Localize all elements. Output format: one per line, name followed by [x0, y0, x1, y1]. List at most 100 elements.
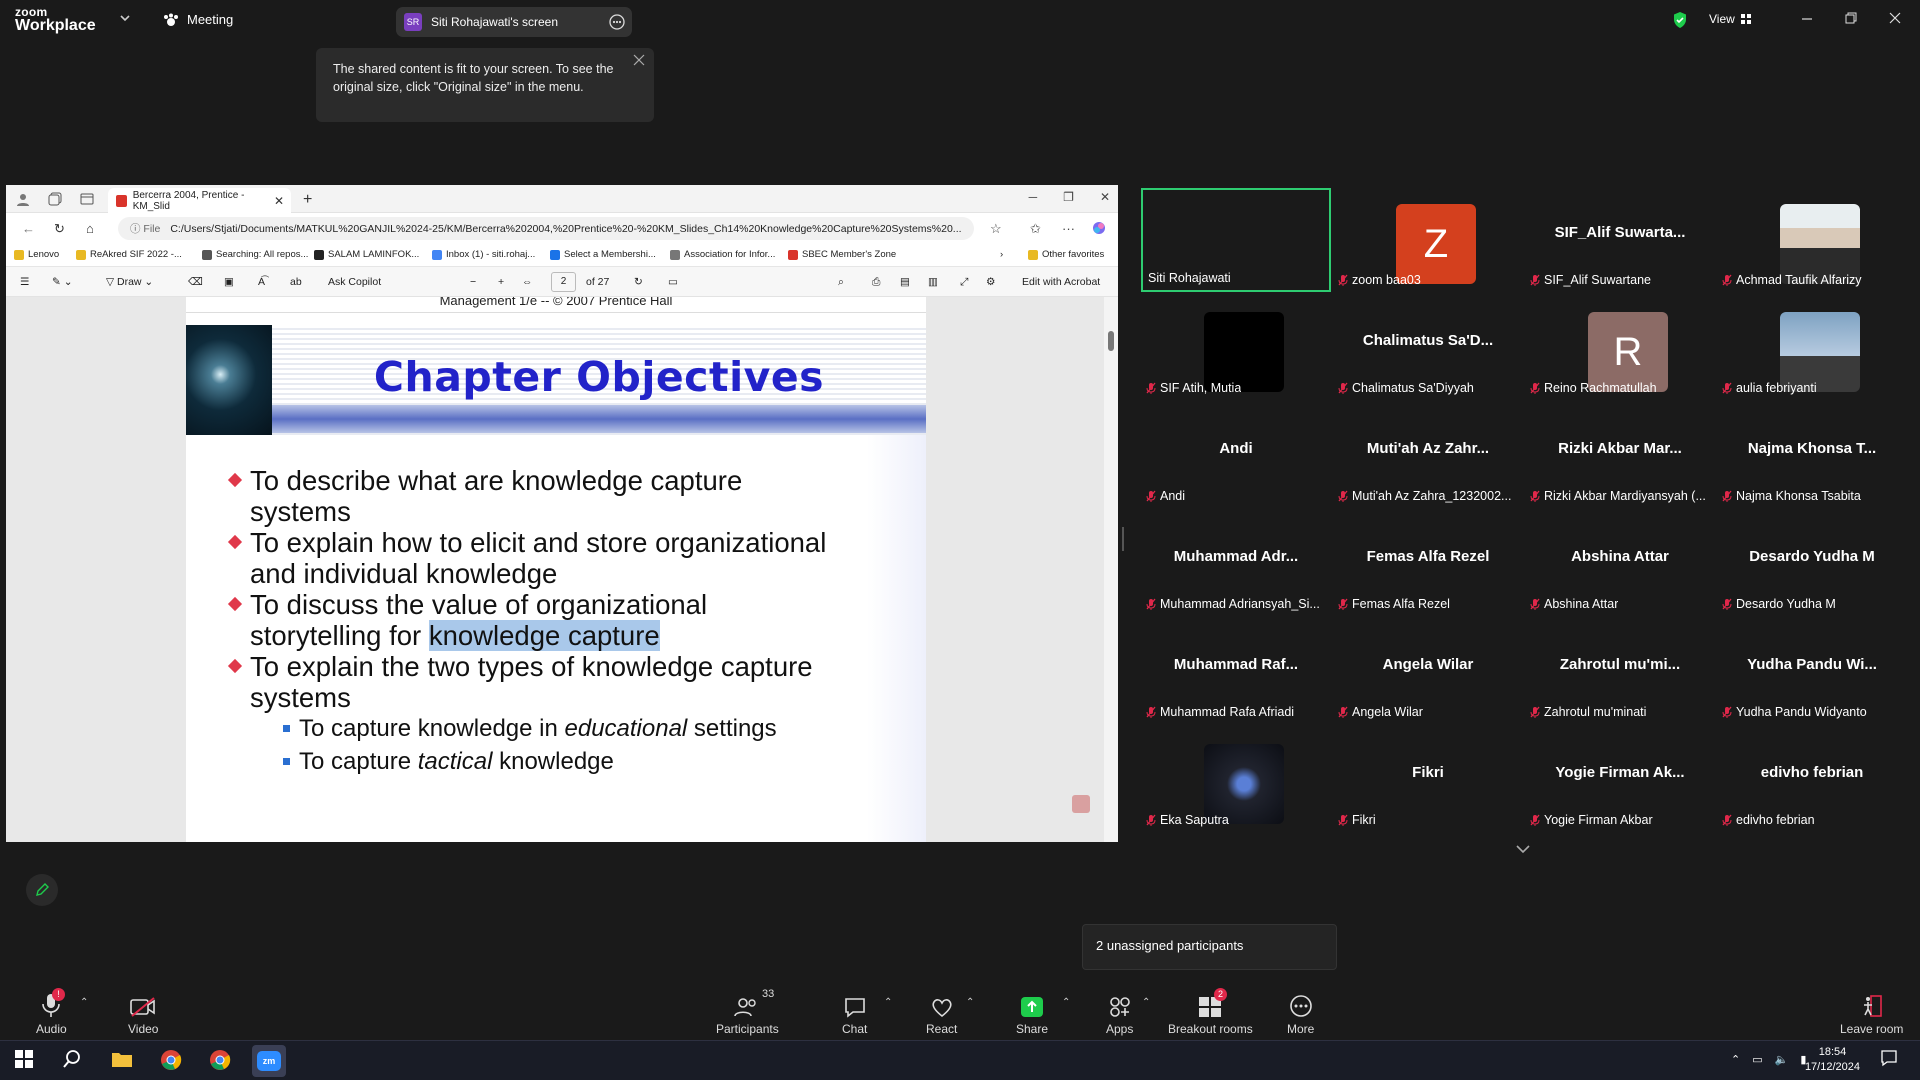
zoom-taskbar-icon[interactable]: zm [252, 1045, 286, 1077]
audio-caret-icon[interactable]: ⌃ [80, 997, 88, 1008]
favorite-item[interactable]: SBEC Member's Zone [788, 249, 896, 260]
pdf-viewport[interactable]: Management 1/e -- © 2007 Prentice Hall C… [6, 297, 1118, 842]
copilot-icon[interactable] [1092, 221, 1106, 235]
participant-tile[interactable]: Angela Wilar Angela Wilar [1333, 620, 1523, 724]
participant-tile[interactable]: Muhammad Raf... Muhammad Rafa Afriadi [1141, 620, 1331, 724]
close-icon[interactable] [1889, 12, 1901, 24]
participant-tile[interactable]: Chalimatus Sa'D... Chalimatus Sa'Diyyah [1333, 296, 1523, 400]
share-caret-icon[interactable]: ⌃ [1062, 997, 1070, 1008]
zoom-in-icon[interactable]: + [498, 276, 504, 288]
more-button[interactable]: More [1287, 990, 1314, 1036]
participant-tile[interactable]: Yogie Firman Ak... Yogie Firman Akbar [1525, 728, 1715, 832]
react-button[interactable]: React [926, 990, 957, 1036]
participant-tile[interactable]: SIF Atih, Mutia [1141, 296, 1331, 400]
favorite-item[interactable]: ReAkred SIF 2022 -... [76, 249, 182, 260]
ask-copilot-button[interactable]: Ask Copilot [328, 276, 381, 288]
file-explorer-icon[interactable] [111, 1049, 133, 1069]
apps-caret-icon[interactable]: ⌃ [1142, 997, 1150, 1008]
chat-caret-icon[interactable]: ⌃ [884, 997, 892, 1008]
participant-tile[interactable]: R Reino Rachmatullah [1525, 296, 1715, 400]
participant-tile[interactable]: Eka Saputra [1141, 728, 1331, 832]
participant-tile[interactable]: Zahrotul mu'mi... Zahrotul mu'minati [1525, 620, 1715, 724]
favorite-item[interactable]: Inbox (1) - siti.rohaj... [432, 249, 535, 260]
participant-tile[interactable]: Rizki Akbar Mar... Rizki Akbar Mardiyansy… [1525, 404, 1715, 508]
highlighted-text[interactable]: knowledge capture [428, 620, 660, 651]
favorite-item[interactable]: Association for Infor... [670, 249, 775, 260]
participant-tile[interactable]: Najma Khonsa T... Najma Khonsa Tsabita [1717, 404, 1907, 508]
audio-button[interactable]: Audio ! [36, 988, 67, 1036]
more-options-icon[interactable] [609, 14, 625, 30]
participant-tile[interactable]: SIF_Alif Suwarta... SIF_Alif Suwartane [1525, 188, 1715, 292]
chat-button[interactable]: Chat [842, 990, 867, 1036]
share-button[interactable]: Share [1016, 990, 1048, 1036]
chrome-icon[interactable] [160, 1049, 182, 1071]
scrollbar-thumb[interactable] [1108, 331, 1114, 351]
favorite-item[interactable]: SALAM LAMINFOK... [314, 249, 419, 260]
read-aloud-icon[interactable]: A͡ [258, 276, 265, 288]
participants-button[interactable]: Participants 33 [716, 988, 779, 1036]
rotate-icon[interactable]: ↻ [634, 276, 643, 288]
shared-screen-pill[interactable]: SR Siti Rohajawati's screen [396, 7, 632, 37]
home-icon[interactable]: ⌂ [86, 221, 94, 236]
zoom-workplace-logo[interactable]: zoom Workplace [15, 6, 96, 34]
apps-button[interactable]: Apps [1106, 990, 1133, 1036]
participant-tile[interactable]: aulia febriyanti [1717, 296, 1907, 400]
browser-tab-active[interactable]: Bercerra 2004, Prentice - KM_Slid ✕ [108, 188, 291, 213]
favorite-item[interactable]: Lenovo [14, 249, 59, 260]
close-tooltip-icon[interactable] [633, 54, 645, 66]
browser-menu-icon[interactable]: ··· [1062, 221, 1075, 236]
new-tab-icon[interactable]: + [303, 191, 312, 209]
settings-icon[interactable]: ⚙ [986, 276, 995, 288]
minimize-icon[interactable] [1801, 12, 1813, 24]
chrome-profile-icon[interactable] [209, 1049, 231, 1071]
participant-tile[interactable]: Achmad Taufik Alfarizy [1717, 188, 1907, 292]
favorites-icon[interactable]: ✩ [1030, 221, 1041, 237]
fullscreen-icon[interactable]: ⤢ [960, 276, 968, 289]
favorite-star-icon[interactable]: ☆ [990, 221, 1002, 237]
breakout-rooms-button[interactable]: Breakout rooms 2 [1168, 988, 1253, 1036]
browser-minimize-icon[interactable]: ─ [1029, 190, 1038, 204]
browser-close-icon[interactable]: ✕ [1100, 190, 1110, 204]
refresh-icon[interactable]: ↻ [54, 221, 65, 237]
annotate-pencil-icon[interactable] [26, 874, 58, 906]
participant-tile[interactable]: Abshina Attar Abshina Attar [1525, 512, 1715, 616]
video-button[interactable]: Video [128, 990, 158, 1036]
participant-tile[interactable]: Desardo Yudha M Desardo Yudha M [1717, 512, 1907, 616]
tab-close-icon[interactable]: ✕ [274, 194, 284, 208]
tab-actions-icon[interactable] [80, 192, 94, 206]
fit-width-icon[interactable]: ⇔ [522, 276, 533, 288]
translate-icon[interactable]: ab [290, 276, 302, 288]
pdf-scrollbar[interactable] [1104, 297, 1118, 842]
profile-icon[interactable] [16, 192, 30, 206]
participant-tile[interactable]: Fikri Fikri [1333, 728, 1523, 832]
participant-tile[interactable]: Siti Rohajawati [1141, 188, 1331, 292]
zoom-out-icon[interactable]: − [470, 276, 476, 288]
save-icon[interactable]: ▤ [900, 276, 910, 288]
save-as-icon[interactable]: ▥ [928, 276, 938, 288]
favorite-item[interactable]: Select a Membershi... [550, 249, 656, 260]
acrobat-icon[interactable] [1072, 795, 1090, 813]
encryption-shield-icon[interactable] [1672, 11, 1688, 29]
address-bar[interactable]: ⓘ File C:/Users/Stjati/Documents/MATKUL%… [118, 217, 974, 240]
search-icon[interactable] [62, 1049, 82, 1069]
chevron-down-icon[interactable] [120, 15, 130, 23]
windows-start-icon[interactable] [14, 1049, 34, 1069]
participant-tile[interactable]: Zzoom baa03 [1333, 188, 1523, 292]
view-button[interactable]: View [1709, 12, 1751, 26]
notifications-icon[interactable] [1880, 1049, 1898, 1067]
chevron-right-icon[interactable]: › [1000, 249, 1003, 260]
participant-tile[interactable]: Muhammad Adr... Muhammad Adriansyah_Si... [1141, 512, 1331, 616]
draw-button[interactable]: ▽ Draw ⌄ [106, 276, 153, 288]
leave-room-button[interactable]: Leave room [1840, 990, 1903, 1036]
participant-tile[interactable]: edivho febrian edivho febrian [1717, 728, 1907, 832]
chevron-down-icon[interactable] [1516, 844, 1530, 854]
edit-with-acrobat-button[interactable]: Edit with Acrobat [1022, 276, 1100, 288]
unassigned-participants-banner[interactable]: 2 unassigned participants [1082, 924, 1337, 970]
contents-icon[interactable]: ☰ [20, 276, 29, 288]
network-icon[interactable]: ▭ [1752, 1053, 1762, 1066]
search-icon[interactable]: ⌕ [838, 276, 844, 289]
back-icon[interactable]: ← [22, 221, 35, 236]
participant-tile[interactable]: Yudha Pandu Wi... Yudha Pandu Widyanto [1717, 620, 1907, 724]
participant-tile[interactable]: Andi Andi [1141, 404, 1331, 508]
highlight-icon[interactable]: ✎ ⌄ [52, 276, 73, 288]
